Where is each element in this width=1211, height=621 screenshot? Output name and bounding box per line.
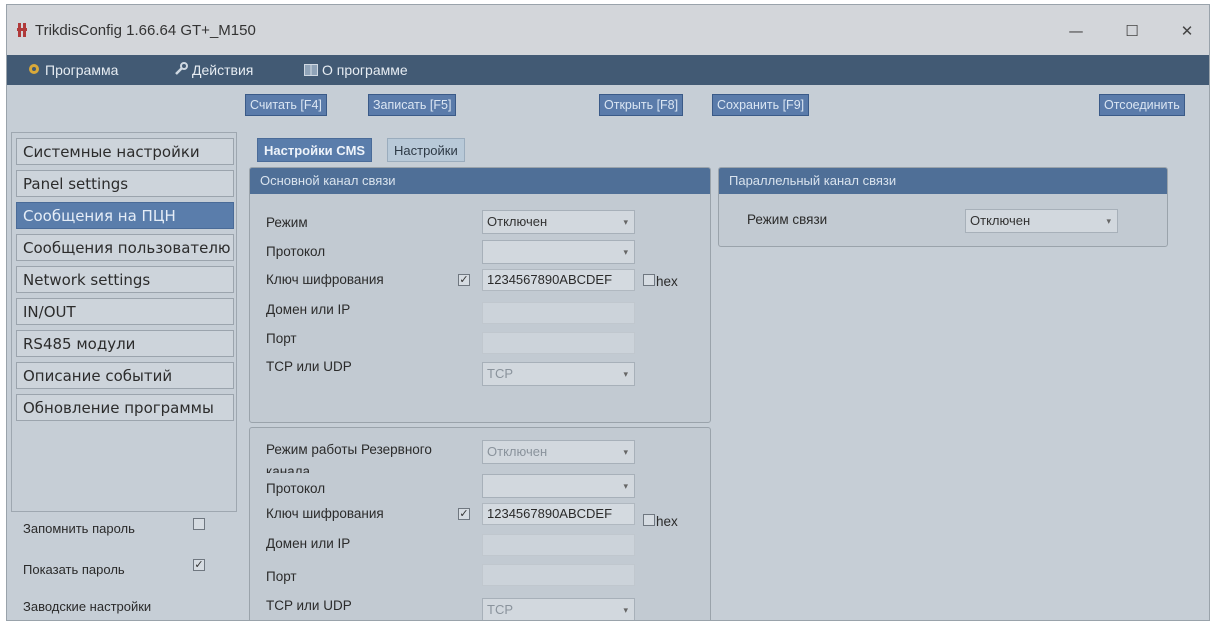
parallel-mode-select[interactable]: Отключен ▾ <box>965 209 1118 233</box>
primary-port-label: Порт <box>266 331 297 346</box>
chevron-down-icon: ▾ <box>623 447 628 457</box>
primary-channel-title: Основной канал связи <box>250 168 710 194</box>
remember-password-label: Запомнить пароль <box>23 521 135 536</box>
show-password-label: Показать пароль <box>23 562 125 577</box>
save-button[interactable]: Сохранить [F9] <box>712 94 810 116</box>
backup-key-input[interactable]: 1234567890ABCDEF <box>482 503 635 525</box>
primary-mode-select[interactable]: Отключен ▾ <box>482 210 635 234</box>
window-title: TrikdisConfig 1.66.64 GT+_M150 <box>35 22 256 39</box>
backup-channel-panel: Режим работы Резервного канала Отключен ▾… <box>249 427 711 620</box>
chevron-down-icon: ▾ <box>623 217 628 227</box>
sidebar-item-system-settings[interactable]: Системные настройки <box>16 138 234 165</box>
backup-tcp-select[interactable]: TCP ▾ <box>482 598 635 620</box>
primary-domain-input[interactable] <box>482 302 635 324</box>
parallel-mode-value: Отключен <box>970 213 1031 228</box>
parallel-channel-panel: Параллельный канал связи Режим связи Отк… <box>718 167 1168 247</box>
maximize-button[interactable]: ☐ <box>1114 17 1150 45</box>
app-window: TrikdisConfig 1.66.64 GT+_M150 — ☐ ✕ Про… <box>6 4 1210 621</box>
sidebar-item-user-messages[interactable]: Сообщения пользователю <box>16 234 234 261</box>
open-button[interactable]: Открыть [F8] <box>599 94 684 116</box>
parallel-mode-label: Режим связи <box>747 212 828 227</box>
sidebar-item-in-out[interactable]: IN/OUT <box>16 298 234 325</box>
chevron-down-icon: ▾ <box>623 605 628 615</box>
primary-key-input[interactable]: 1234567890ABCDEF <box>482 269 635 291</box>
backup-mode-value: Отключен <box>487 444 548 459</box>
primary-domain-label: Домен или IP <box>266 302 351 317</box>
chevron-down-icon: ▾ <box>623 481 628 491</box>
primary-channel-panel: Основной канал связи Режим Отключен ▾ Про… <box>249 167 711 423</box>
backup-port-input[interactable] <box>482 564 635 586</box>
primary-tcp-label: TCP или UDP <box>266 359 352 374</box>
info-book-icon <box>304 61 318 81</box>
backup-mode-label: Режим работы Резервного канала <box>266 442 432 473</box>
gear-icon <box>27 61 41 81</box>
minimize-button[interactable]: — <box>1058 17 1094 45</box>
backup-port-label: Порт <box>266 569 297 584</box>
primary-key-checkbox[interactable]: ✓ <box>458 274 470 286</box>
backup-domain-input[interactable] <box>482 534 635 556</box>
factory-settings-label[interactable]: Заводские настройки <box>23 599 151 614</box>
sidebar-item-rs485-modules[interactable]: RS485 модули <box>16 330 234 357</box>
primary-hex-label: hex <box>656 274 678 289</box>
backup-domain-label: Домен или IP <box>266 536 351 551</box>
primary-protocol-select[interactable]: ▾ <box>482 240 635 264</box>
tab-cms-settings[interactable]: Настройки CMS <box>257 138 373 162</box>
sidebar-item-firmware-update[interactable]: Обновление программы <box>16 394 234 421</box>
sidebar-item-panel-settings[interactable]: Panel settings <box>16 170 234 197</box>
chevron-down-icon: ▾ <box>623 247 628 257</box>
backup-protocol-select[interactable]: ▾ <box>482 474 635 498</box>
backup-protocol-label: Протокол <box>266 481 326 496</box>
chevron-down-icon: ▾ <box>1106 216 1111 226</box>
wrench-icon <box>174 61 188 81</box>
title-bar: TrikdisConfig 1.66.64 GT+_M150 — ☐ ✕ <box>7 5 1209 55</box>
backup-mode-select[interactable]: Отключен ▾ <box>482 440 635 464</box>
primary-key-label: Ключ шифрования <box>266 272 384 287</box>
read-button[interactable]: Считать [F4] <box>245 94 327 116</box>
primary-protocol-label: Протокол <box>266 244 326 259</box>
primary-hex-checkbox[interactable] <box>643 274 655 286</box>
remember-password-checkbox[interactable] <box>193 518 205 530</box>
menu-actions[interactable]: Действия <box>174 60 253 80</box>
show-password-checkbox[interactable]: ✓ <box>193 559 205 571</box>
app-logo-icon <box>17 23 27 37</box>
primary-mode-value: Отключен <box>487 214 548 229</box>
sidebar-item-cms-messages[interactable]: Сообщения на ПЦН <box>16 202 234 229</box>
close-button[interactable]: ✕ <box>1169 17 1205 45</box>
tab-settings[interactable]: Настройки <box>387 138 465 162</box>
primary-port-input[interactable] <box>482 332 635 354</box>
backup-hex-label: hex <box>656 514 678 529</box>
menu-bar: Программа Действия О программе <box>7 55 1209 85</box>
sidebar-item-event-description[interactable]: Описание событий <box>16 362 234 389</box>
sidebar: Системные настройки Panel settings Сообщ… <box>11 132 237 512</box>
write-button[interactable]: Записать [F5] <box>368 94 457 116</box>
backup-key-checkbox[interactable]: ✓ <box>458 508 470 520</box>
menu-program[interactable]: Программа <box>27 60 118 80</box>
backup-hex-checkbox[interactable] <box>643 514 655 526</box>
backup-key-label: Ключ шифрования <box>266 506 384 521</box>
menu-about[interactable]: О программе <box>304 60 408 80</box>
backup-tcp-value: TCP <box>487 602 513 617</box>
backup-tcp-label: TCP или UDP <box>266 598 352 613</box>
menu-program-label: Программа <box>45 62 119 78</box>
parallel-channel-title: Параллельный канал связи <box>719 168 1167 194</box>
primary-mode-label: Режим <box>266 215 308 230</box>
menu-actions-label: Действия <box>192 62 254 78</box>
chevron-down-icon: ▾ <box>623 369 628 379</box>
sidebar-item-network-settings[interactable]: Network settings <box>16 266 234 293</box>
menu-about-label: О программе <box>322 62 408 78</box>
primary-tcp-value: TCP <box>487 366 513 381</box>
primary-tcp-select[interactable]: TCP ▾ <box>482 362 635 386</box>
disconnect-button[interactable]: Отсоединить <box>1099 94 1185 116</box>
